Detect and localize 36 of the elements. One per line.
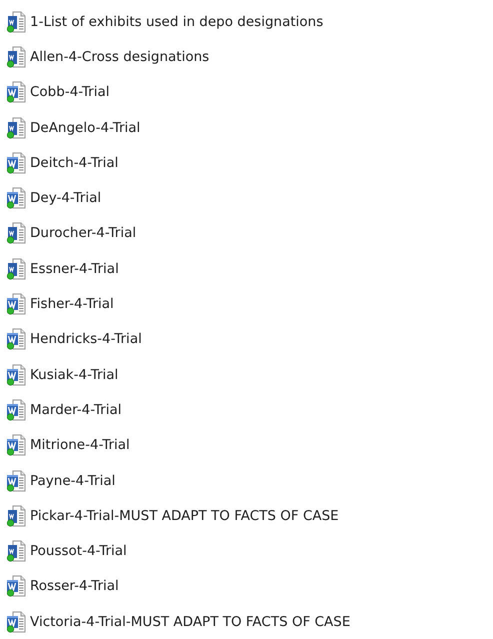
- document-icon: [6, 187, 26, 210]
- document-icon: [6, 364, 26, 386]
- file-name[interactable]: Mitrione-4-Trial: [30, 437, 130, 454]
- document-icon: [6, 258, 26, 280]
- file-name[interactable]: Essner-4-Trial: [30, 260, 119, 277]
- document-icon: [6, 46, 26, 68]
- file-name[interactable]: Hendricks-4-Trial: [30, 331, 142, 348]
- document-icon: [6, 328, 26, 350]
- document-icon: [6, 293, 26, 316]
- file-name[interactable]: 1-List of exhibits used in depo designations: [30, 14, 324, 30]
- file-name[interactable]: DeAngelo-4-Trial: [30, 120, 140, 136]
- file-name[interactable]: Rosser-4-Trial: [30, 578, 119, 594]
- document-icon: [6, 398, 26, 421]
- document-icon: [6, 610, 26, 633]
- file-name[interactable]: Victoria-4-Trial-MUST ADAPT TO FACTS OF CASE: [30, 614, 350, 630]
- document-icon: [6, 470, 26, 492]
- document-icon: [6, 540, 26, 562]
- document-icon: [6, 152, 26, 174]
- file-name[interactable]: Poussot-4-Trial: [30, 543, 127, 560]
- file-name[interactable]: Durocher-4-Trial: [30, 225, 136, 242]
- file-name[interactable]: Marder-4-Trial: [30, 402, 122, 418]
- file-name[interactable]: Dey-4-Trial: [30, 190, 102, 206]
- document-icon: [6, 10, 26, 33]
- file-name[interactable]: Deitch-4-Trial: [30, 154, 118, 171]
- file-name[interactable]: Cobb-4-Trial: [30, 84, 110, 100]
- file-name[interactable]: Allen-4-Cross designations: [30, 48, 210, 65]
- document-icon: [6, 504, 26, 527]
- file-name[interactable]: Pickar-4-Trial-MUST ADAPT TO FACTS OF CASE: [30, 508, 339, 524]
- document-icon: [6, 222, 26, 244]
- file-name[interactable]: Payne-4-Trial: [30, 472, 116, 488]
- file-name[interactable]: Fisher-4-Trial: [30, 296, 114, 312]
- document-icon: [6, 116, 26, 139]
- file-name[interactable]: Kusiak-4-Trial: [30, 366, 118, 383]
- document-icon: [6, 434, 26, 456]
- document-icon: [6, 81, 26, 104]
- document-icon: [6, 575, 26, 598]
